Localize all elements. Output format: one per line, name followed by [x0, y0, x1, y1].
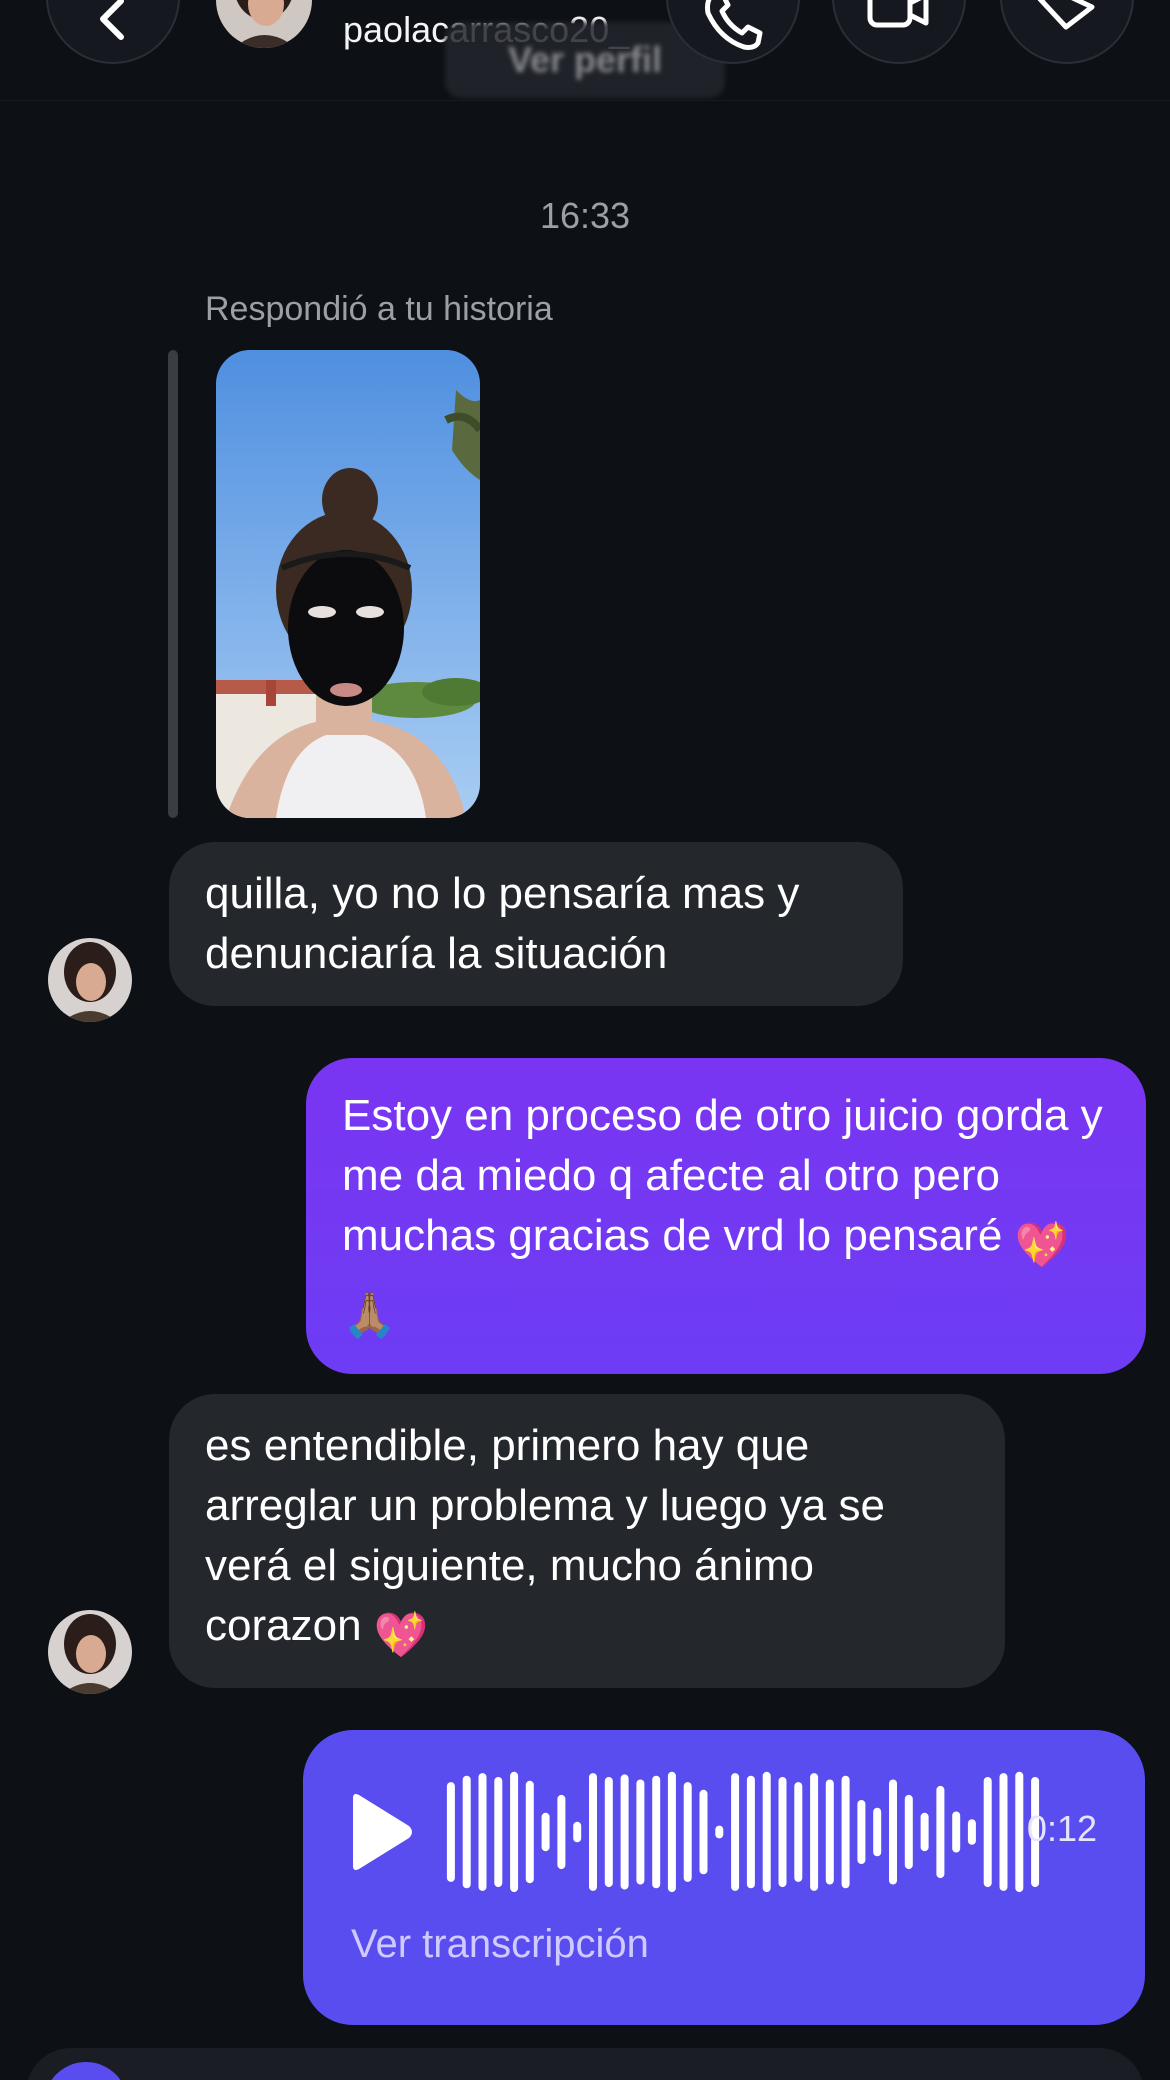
video-call-button[interactable]	[832, 0, 966, 64]
waveform-bar	[683, 1782, 692, 1882]
waveform-bar	[967, 1819, 976, 1845]
story-reply-label: Respondió a tu historia	[205, 290, 553, 328]
video-camera-icon	[867, 0, 929, 28]
waveform-bar	[952, 1811, 961, 1853]
waveform-bar	[462, 1775, 471, 1889]
folded-hands-emoji: 🙏🏽	[342, 1291, 397, 1340]
message-text: Estoy en proceso de otro juicio gorda y …	[342, 1091, 1103, 1260]
phone-icon	[705, 0, 763, 50]
waveform-bar	[510, 1771, 519, 1893]
waveform-bar	[999, 1773, 1008, 1891]
waveform-bar	[841, 1775, 850, 1889]
waveform-bar	[699, 1789, 708, 1875]
sender-photo	[48, 1610, 132, 1694]
waveform-bar	[746, 1775, 755, 1889]
back-button[interactable]	[46, 0, 180, 64]
message-bubble-incoming[interactable]: quilla, yo no lo pensaría mas y denuncia…	[169, 842, 903, 1006]
waveform-bar	[936, 1785, 945, 1879]
waveform-bar	[762, 1771, 771, 1893]
waveform-bar	[525, 1780, 534, 1884]
view-transcription-link[interactable]: Ver transcripción	[351, 1922, 649, 1967]
header-divider	[0, 100, 1170, 101]
waveform-bar	[889, 1779, 897, 1885]
chevron-left-icon	[100, 0, 124, 40]
waveform-bar	[620, 1774, 629, 1890]
waveform-bar	[825, 1779, 834, 1885]
story-thumbnail[interactable]	[216, 350, 480, 818]
waveform-bar	[1015, 1771, 1024, 1893]
waveform-bar	[778, 1777, 787, 1888]
waveform-bar	[857, 1800, 866, 1864]
waveform-bar	[904, 1794, 913, 1870]
waveform-bar	[652, 1775, 661, 1889]
waveform-bar	[478, 1773, 487, 1891]
story-image	[216, 350, 480, 818]
avatar[interactable]	[216, 0, 312, 48]
play-icon[interactable]	[345, 1792, 415, 1872]
waveform-bar	[731, 1773, 740, 1891]
waveform-bar	[667, 1771, 676, 1893]
waveform-bar	[920, 1812, 929, 1852]
waveform-bar	[541, 1812, 550, 1852]
waveform-bar	[873, 1807, 882, 1857]
waveform-bar	[794, 1782, 803, 1882]
profile-photo	[216, 0, 312, 48]
sparkling-heart-emoji: 💖	[373, 1611, 429, 1660]
waveform-bar	[636, 1779, 645, 1885]
voice-message-bubble[interactable]: 0:12 Ver transcripción	[303, 1730, 1145, 2025]
waveform-bar	[446, 1782, 455, 1882]
sender-photo	[48, 938, 132, 1022]
waveform-bar	[494, 1777, 503, 1888]
waveform-bar	[983, 1777, 992, 1888]
avatar[interactable]	[48, 938, 132, 1022]
message-text: es entendible, primero hay que arreglar …	[205, 1421, 885, 1650]
waveform-bar	[604, 1777, 613, 1888]
waveform-bar	[557, 1794, 566, 1870]
voice-waveform[interactable]	[443, 1768, 1043, 1896]
message-timestamp: 16:33	[539, 195, 631, 236]
waveform-bar	[810, 1773, 819, 1891]
story-reply-bar	[168, 350, 178, 818]
tag-icon	[1037, 0, 1095, 30]
waveform-bar	[715, 1825, 724, 1839]
message-composer[interactable]	[26, 2048, 1144, 2080]
message-text: quilla, yo no lo pensaría mas y denuncia…	[205, 869, 800, 978]
message-bubble-outgoing[interactable]: Estoy en proceso de otro juicio gorda y …	[306, 1058, 1146, 1374]
chat-screen: paolacarrasco20_ Ver perfil 16:33 Respon…	[0, 0, 1170, 2080]
waveform-bar	[573, 1821, 582, 1843]
message-bubble-incoming[interactable]: es entendible, primero hay que arreglar …	[169, 1394, 1005, 1688]
waveform-bar	[589, 1773, 597, 1891]
sparkling-heart-emoji: 💖	[1014, 1221, 1070, 1270]
avatar[interactable]	[48, 1610, 132, 1694]
voice-duration: 0:12	[1026, 1808, 1097, 1849]
tag-button[interactable]	[1000, 0, 1134, 64]
